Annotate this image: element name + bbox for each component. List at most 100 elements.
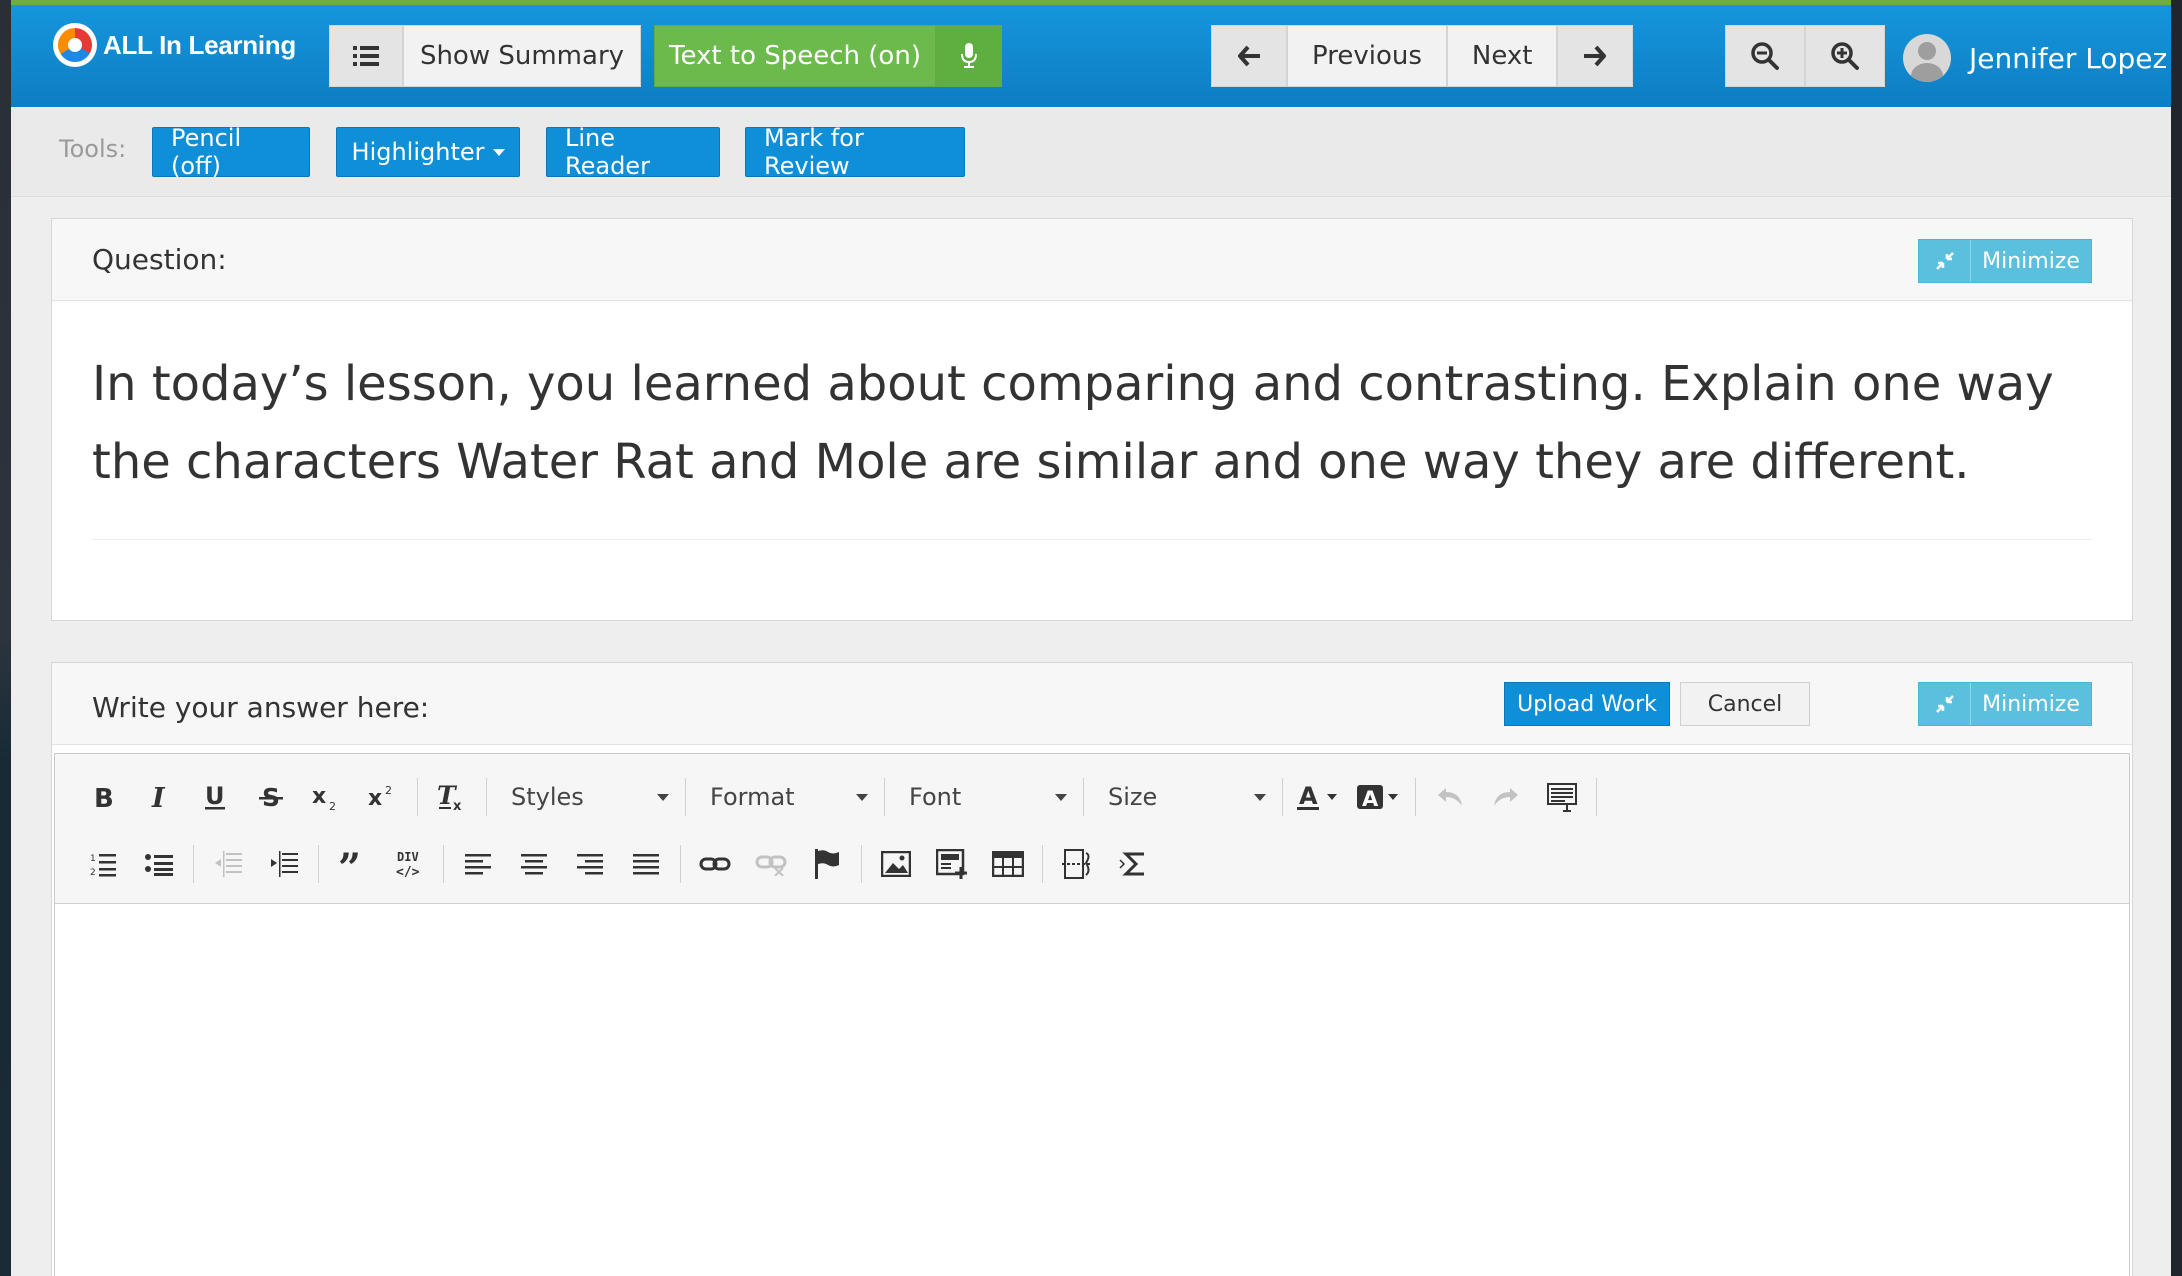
microphone-button[interactable] (936, 25, 1002, 87)
zoom-out-button[interactable] (1725, 25, 1805, 87)
logo-icon (53, 23, 97, 67)
brand-logo[interactable]: ALL In Learning (53, 22, 296, 68)
align-right-icon (577, 854, 603, 875)
image-button[interactable] (868, 839, 924, 889)
app-window: ALL In Learning Show Summary Text to Spe… (11, 0, 2171, 1276)
unlink-icon (755, 855, 787, 876)
numbered-list-icon: 12 (90, 854, 116, 877)
next-button[interactable]: Next (1446, 25, 1558, 87)
pencil-button[interactable]: Pencil (off) (152, 124, 310, 180)
compress-icon (1919, 683, 1971, 725)
user-menu[interactable]: Jennifer Lopez (1903, 33, 2167, 83)
previous-arrow-button[interactable] (1211, 25, 1287, 87)
svg-text:I: I (151, 784, 166, 810)
editor-toolbar-row-1: B I U S x2 x2 (75, 769, 1603, 825)
superscript-button[interactable]: x2 (355, 772, 411, 822)
question-minimize-button[interactable]: Minimize (1918, 239, 2092, 283)
toolbar-separator (443, 845, 444, 883)
editor-toolbar-row-2: 12 ” DIV </> (75, 836, 1161, 892)
decrease-indent-button[interactable] (200, 839, 256, 889)
toolbar-separator (1282, 778, 1283, 816)
toolbar-separator (1083, 778, 1084, 816)
zoom-in-button[interactable] (1805, 25, 1885, 87)
summary-button-group: Show Summary (329, 25, 641, 87)
answer-minimize-label: Minimize (1982, 691, 2080, 717)
toolbar-separator (1596, 778, 1597, 816)
bold-icon: B (94, 784, 114, 810)
strikethrough-button[interactable]: S (243, 772, 299, 822)
remove-format-icon: Tx (437, 783, 462, 811)
remove-format-button[interactable]: Tx (424, 772, 480, 822)
blockquote-button[interactable]: ” (325, 839, 381, 889)
text-color-button[interactable]: A (1289, 772, 1349, 822)
undo-button[interactable] (1422, 772, 1478, 822)
tools-bar: Tools: Pencil (off) Highlighter Line Rea… (11, 107, 2171, 197)
question-title: Question: (92, 243, 227, 276)
svg-text:2: 2 (385, 784, 392, 797)
page-break-button[interactable] (1049, 839, 1105, 889)
subscript-button[interactable]: x2 (299, 772, 355, 822)
underline-button[interactable]: U (187, 772, 243, 822)
link-button[interactable] (687, 839, 743, 889)
underline-icon: U (205, 783, 225, 810)
redo-button[interactable] (1478, 772, 1534, 822)
svg-text:B: B (94, 784, 114, 810)
indent-icon (271, 851, 298, 877)
font-label: Font (909, 783, 962, 811)
superscript-icon: x2 (368, 784, 392, 811)
show-summary-button[interactable]: Show Summary (403, 25, 641, 87)
increase-indent-button[interactable] (256, 839, 312, 889)
numbered-list-button[interactable]: 12 (75, 839, 131, 889)
top-navbar: ALL In Learning Show Summary Text to Spe… (11, 0, 2171, 107)
next-arrow-button[interactable] (1557, 25, 1634, 87)
page-break-icon (1062, 849, 1092, 879)
svg-text:</>: </> (396, 865, 420, 878)
anchor-button[interactable] (799, 839, 855, 889)
styles-dropdown[interactable]: Styles (493, 772, 679, 822)
answer-text-area[interactable] (55, 905, 2129, 1276)
table-button[interactable] (980, 839, 1036, 889)
background-color-button[interactable]: A (1349, 772, 1409, 822)
compress-icon (1919, 240, 1971, 282)
question-panel: Question: Minimize In today’s lesson, yo… (51, 218, 2133, 621)
svg-text:x: x (453, 799, 462, 811)
list-icon-button[interactable] (329, 25, 403, 87)
mark-for-review-button[interactable]: Mark for Review (745, 124, 965, 180)
redo-icon (1494, 788, 1518, 806)
outdent-icon (215, 851, 242, 877)
caret-down-icon (1254, 793, 1266, 801)
align-right-button[interactable] (562, 839, 618, 889)
toolbar-separator (685, 778, 686, 816)
svg-text:DIV: DIV (397, 850, 419, 864)
align-center-button[interactable] (506, 839, 562, 889)
caret-down-icon (1055, 793, 1067, 801)
source-button[interactable] (1534, 772, 1590, 822)
size-dropdown[interactable]: Size (1090, 772, 1276, 822)
div-container-button[interactable]: DIV </> (381, 839, 437, 889)
embed-button[interactable] (924, 839, 980, 889)
font-dropdown[interactable]: Font (891, 772, 1077, 822)
highlighter-button[interactable]: Highlighter (336, 127, 520, 177)
cancel-button[interactable]: Cancel (1680, 682, 1810, 726)
answer-minimize-button[interactable]: Minimize (1918, 682, 2092, 726)
italic-icon: I (151, 784, 166, 810)
text-color-icon: A (1297, 782, 1337, 810)
previous-button[interactable]: Previous (1287, 25, 1447, 87)
format-dropdown[interactable]: Format (692, 772, 878, 822)
upload-work-button[interactable]: Upload Work (1504, 682, 1670, 726)
toolbar-separator (318, 845, 319, 883)
text-to-speech-button[interactable]: Text to Speech (on) (654, 25, 936, 87)
svg-text:2: 2 (90, 868, 96, 877)
question-panel-header: Question: Minimize (52, 219, 2132, 301)
justify-button[interactable] (618, 839, 674, 889)
italic-button[interactable]: I (131, 772, 187, 822)
bullet-list-button[interactable] (131, 839, 187, 889)
math-formula-button[interactable] (1105, 839, 1161, 889)
toolbar-separator (1042, 845, 1043, 883)
bold-button[interactable]: B (75, 772, 131, 822)
line-reader-button[interactable]: Line Reader (546, 124, 720, 180)
svg-text:2: 2 (329, 800, 336, 811)
caret-down-icon (856, 793, 868, 801)
align-left-button[interactable] (450, 839, 506, 889)
unlink-button[interactable] (743, 839, 799, 889)
